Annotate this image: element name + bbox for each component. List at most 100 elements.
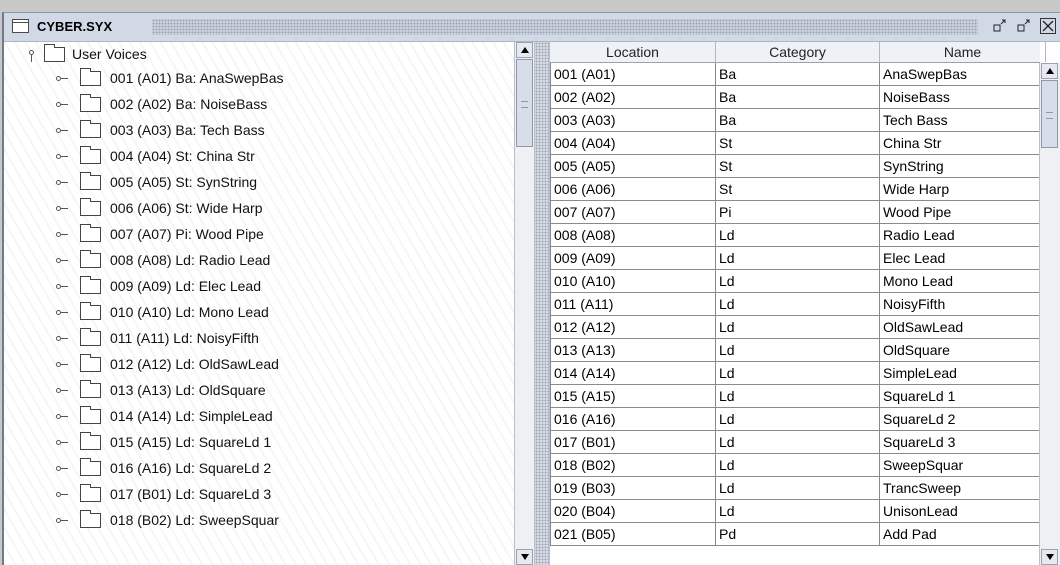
cell-location[interactable]: 008 (A08)	[550, 224, 716, 247]
table-row[interactable]: 012 (A12) Ld OldSawLead	[550, 316, 1046, 339]
close-icon[interactable]	[1040, 18, 1056, 34]
cell-name[interactable]: SquareLd 2	[880, 408, 1046, 431]
cell-category[interactable]: Ba	[716, 63, 880, 86]
column-header-category[interactable]: Category	[716, 42, 880, 62]
table-row[interactable]: 001 (A01) Ba AnaSwepBas	[550, 63, 1046, 86]
table-row[interactable]: 014 (A14) Ld SimpleLead	[550, 362, 1046, 385]
column-header-name[interactable]: Name	[880, 42, 1046, 62]
table-row[interactable]: 010 (A10) Ld Mono Lead	[550, 270, 1046, 293]
arrow-down-icon[interactable]	[1041, 549, 1058, 565]
split-divider[interactable]	[534, 42, 550, 565]
table-row[interactable]: 015 (A15) Ld SquareLd 1	[550, 385, 1046, 408]
table-row[interactable]: 004 (A04) St China Str	[550, 132, 1046, 155]
table-row[interactable]: 021 (B05) Pd Add Pad	[550, 523, 1046, 546]
table-row[interactable]: 009 (A09) Ld Elec Lead	[550, 247, 1046, 270]
table-row[interactable]: 002 (A02) Ba NoiseBass	[550, 86, 1046, 109]
tree-expand-handle-icon[interactable]	[56, 439, 68, 445]
table-row[interactable]: 020 (B04) Ld UnisonLead	[550, 500, 1046, 523]
arrow-up-icon[interactable]	[1041, 63, 1058, 79]
cell-category[interactable]: Ba	[716, 86, 880, 109]
table-row[interactable]: 008 (A08) Ld Radio Lead	[550, 224, 1046, 247]
tree-expand-handle-icon[interactable]	[56, 153, 68, 159]
maximize-icon[interactable]	[1016, 18, 1032, 34]
cell-location[interactable]: 004 (A04)	[550, 132, 716, 155]
cell-location[interactable]: 021 (B05)	[550, 523, 716, 546]
cell-category[interactable]: Ld	[716, 408, 880, 431]
cell-location[interactable]: 018 (B02)	[550, 454, 716, 477]
cell-name[interactable]: SimpleLead	[880, 362, 1046, 385]
title-bar[interactable]: CYBER.SYX	[4, 13, 1060, 42]
table-row[interactable]: 019 (B03) Ld TrancSweep	[550, 477, 1046, 500]
cell-category[interactable]: Ba	[716, 109, 880, 132]
tree-expand-handle-icon[interactable]	[56, 179, 68, 185]
cell-name[interactable]: Mono Lead	[880, 270, 1046, 293]
column-header-location[interactable]: Location	[550, 42, 716, 62]
table-row[interactable]: 007 (A07) Pi Wood Pipe	[550, 201, 1046, 224]
cell-name[interactable]: Wide Harp	[880, 178, 1046, 201]
cell-name[interactable]: Elec Lead	[880, 247, 1046, 270]
cell-category[interactable]: Ld	[716, 362, 880, 385]
tree-expand-handle-icon[interactable]	[56, 387, 68, 393]
tree-expand-handle-icon[interactable]	[56, 413, 68, 419]
cell-name[interactable]: SweepSquar	[880, 454, 1046, 477]
tree-expand-handle-icon[interactable]	[56, 361, 68, 367]
cell-category[interactable]: Ld	[716, 431, 880, 454]
cell-location[interactable]: 011 (A11)	[550, 293, 716, 316]
cell-category[interactable]: Ld	[716, 454, 880, 477]
tree-expand-handle-icon[interactable]	[56, 335, 68, 341]
cell-location[interactable]: 003 (A03)	[550, 109, 716, 132]
cell-category[interactable]: Ld	[716, 385, 880, 408]
tree-expand-handle-icon[interactable]	[56, 517, 68, 523]
cell-location[interactable]: 001 (A01)	[550, 63, 716, 86]
cell-category[interactable]: St	[716, 178, 880, 201]
table-row[interactable]: 003 (A03) Ba Tech Bass	[550, 109, 1046, 132]
cell-location[interactable]: 002 (A02)	[550, 86, 716, 109]
cell-name[interactable]: SquareLd 3	[880, 431, 1046, 454]
arrow-up-icon[interactable]	[516, 42, 533, 58]
cell-category[interactable]: Ld	[716, 500, 880, 523]
voice-tree[interactable]: User Voices 001 (A01) Ba: AnaSwepBas 002 …	[4, 42, 514, 565]
cell-category[interactable]: St	[716, 132, 880, 155]
cell-category[interactable]: Ld	[716, 477, 880, 500]
table-row[interactable]: 013 (A13) Ld OldSquare	[550, 339, 1046, 362]
cell-name[interactable]: China Str	[880, 132, 1046, 155]
tree-scrollbar[interactable]	[514, 42, 535, 565]
cell-location[interactable]: 012 (A12)	[550, 316, 716, 339]
tree-expand-handle-icon[interactable]	[56, 491, 68, 497]
table-row[interactable]: 011 (A11) Ld NoisyFifth	[550, 293, 1046, 316]
table-scroll-thumb[interactable]	[1041, 80, 1058, 148]
cell-location[interactable]: 005 (A05)	[550, 155, 716, 178]
table-row[interactable]: 018 (B02) Ld SweepSquar	[550, 454, 1046, 477]
cell-name[interactable]: Radio Lead	[880, 224, 1046, 247]
cell-location[interactable]: 009 (A09)	[550, 247, 716, 270]
cell-name[interactable]: NoisyFifth	[880, 293, 1046, 316]
table-row[interactable]: 005 (A05) St SynString	[550, 155, 1046, 178]
table-row[interactable]: 017 (B01) Ld SquareLd 3	[550, 431, 1046, 454]
cell-location[interactable]: 013 (A13)	[550, 339, 716, 362]
cell-name[interactable]: UnisonLead	[880, 500, 1046, 523]
tree-expand-handle-icon[interactable]	[56, 465, 68, 471]
cell-location[interactable]: 015 (A15)	[550, 385, 716, 408]
tree-expand-handle-icon[interactable]	[56, 75, 68, 81]
table-row[interactable]: 016 (A16) Ld SquareLd 2	[550, 408, 1046, 431]
cell-name[interactable]: TrancSweep	[880, 477, 1046, 500]
cell-category[interactable]: Ld	[716, 224, 880, 247]
tree-expand-handle-icon[interactable]	[56, 127, 68, 133]
cell-location[interactable]: 007 (A07)	[550, 201, 716, 224]
tree-expand-handle-icon[interactable]	[56, 205, 68, 211]
cell-name[interactable]: SquareLd 1	[880, 385, 1046, 408]
arrow-down-icon[interactable]	[516, 549, 533, 565]
cell-category[interactable]: Ld	[716, 293, 880, 316]
tree-expand-handle-icon[interactable]	[56, 101, 68, 107]
tree-expand-handle-icon[interactable]	[56, 257, 68, 263]
cell-location[interactable]: 006 (A06)	[550, 178, 716, 201]
collapse-handle-icon[interactable]	[28, 50, 36, 62]
minimize-icon[interactable]	[992, 18, 1008, 34]
tree-scroll-thumb[interactable]	[516, 59, 533, 147]
cell-category[interactable]: Ld	[716, 247, 880, 270]
cell-category[interactable]: Ld	[716, 316, 880, 339]
cell-category[interactable]: St	[716, 155, 880, 178]
cell-category[interactable]: Ld	[716, 270, 880, 293]
cell-location[interactable]: 010 (A10)	[550, 270, 716, 293]
cell-name[interactable]: SynString	[880, 155, 1046, 178]
